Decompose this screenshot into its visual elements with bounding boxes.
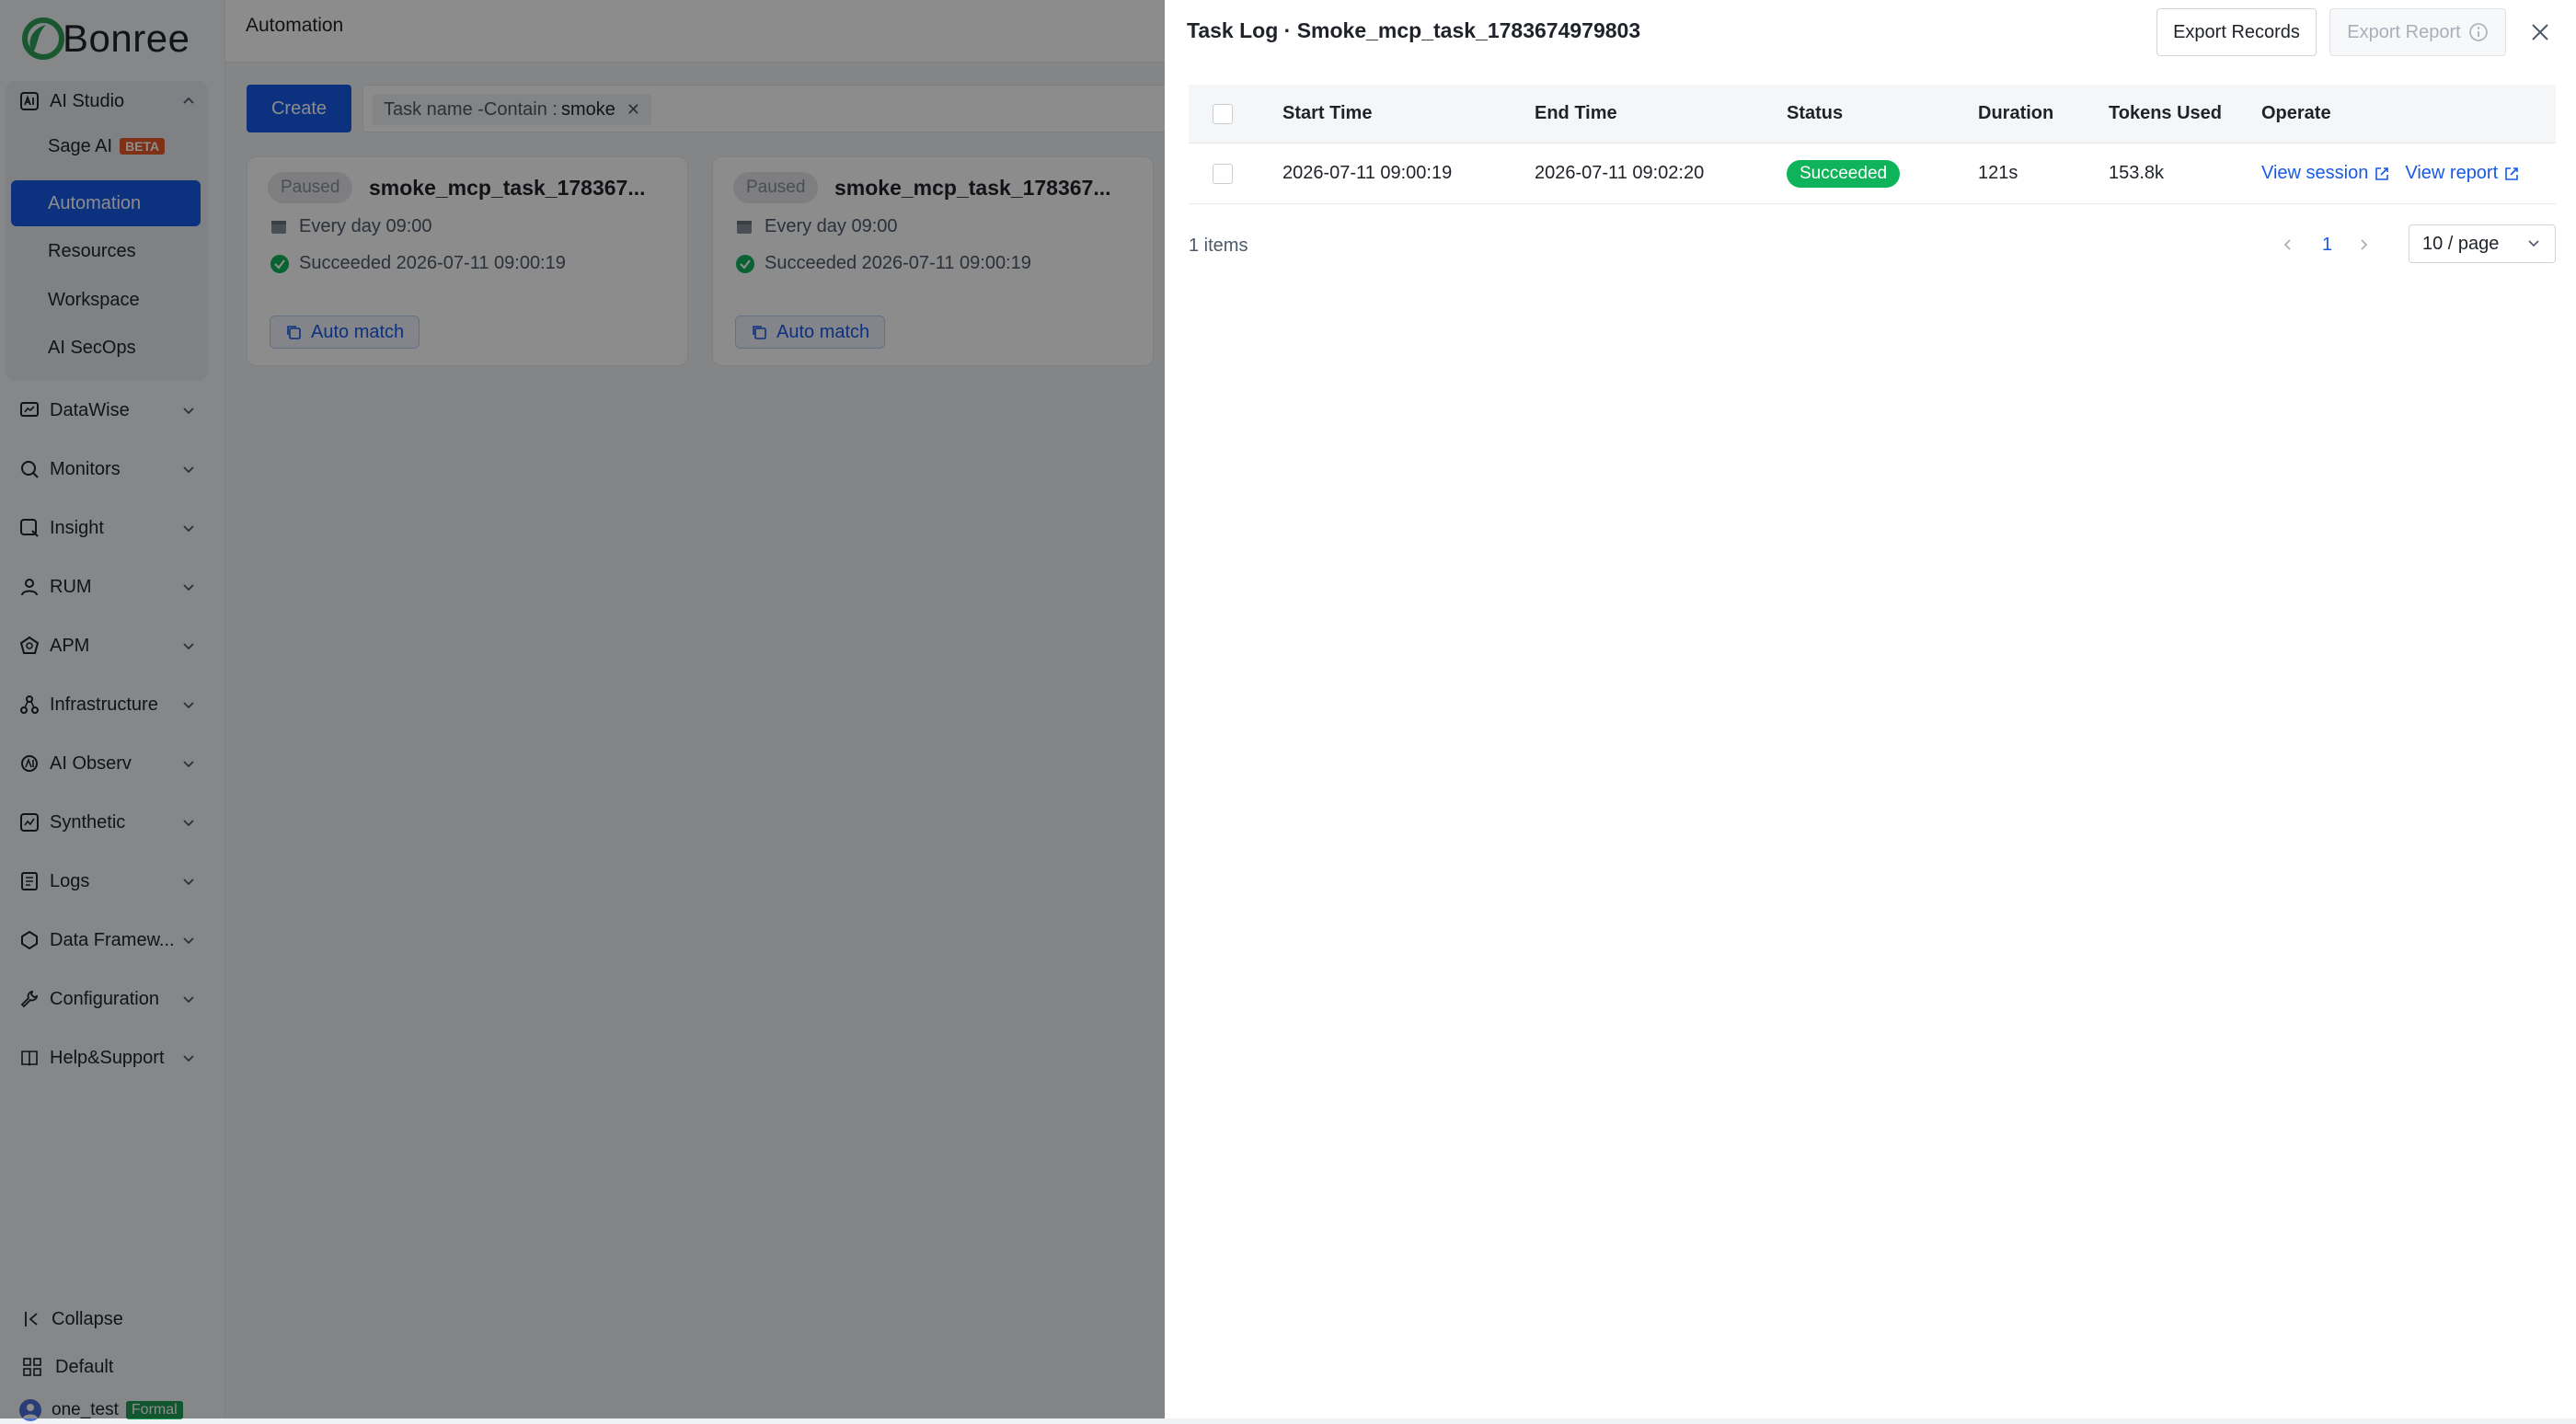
column-header[interactable]: Start Time — [1282, 85, 1372, 143]
start-time-cell: 2026-07-11 09:00:19 — [1282, 163, 1453, 183]
drawer-title: Task Log · Smoke_mcp_task_1783674979803 — [1187, 18, 1641, 42]
page-size-select[interactable]: 10 / page — [2409, 224, 2556, 263]
column-header[interactable]: Duration — [1978, 85, 2053, 143]
tokens-used-cell: 153.8k — [2109, 163, 2165, 183]
operate-cell: View session View report — [2261, 144, 2520, 203]
select-all-checkbox-cell — [1213, 85, 1233, 143]
previous-page-button[interactable] — [2280, 224, 2296, 265]
status-badge: Succeeded — [1787, 159, 1901, 188]
page-size-value: 10 / page — [2422, 233, 2500, 254]
end-time-cell: 2026-07-11 09:02:20 — [1535, 163, 1705, 183]
external-link-icon — [2503, 166, 2520, 182]
info-icon[interactable] — [2468, 22, 2489, 42]
export-report-button[interactable]: Export Report — [2329, 8, 2506, 56]
row-checkbox-cell — [1213, 144, 1233, 203]
next-page-button[interactable] — [2355, 224, 2372, 265]
column-header[interactable]: End Time — [1535, 85, 1617, 143]
select-all-checkbox[interactable] — [1213, 103, 1233, 124]
column-header[interactable]: Status — [1787, 85, 1843, 143]
view-session-label: View session — [2261, 163, 2369, 183]
total-items: 1 items — [1189, 235, 1248, 256]
view-report-label: View report — [2405, 163, 2499, 183]
export-records-button[interactable]: Export Records — [2156, 8, 2317, 56]
page-number-1[interactable]: 1 — [2322, 224, 2332, 265]
view-session-link[interactable]: View session — [2261, 163, 2390, 184]
status-cell: Succeeded — [1787, 144, 1901, 203]
chevron-down-icon — [2525, 235, 2544, 253]
chevron-left-icon — [2283, 239, 2291, 250]
view-report-link[interactable]: View report — [2405, 163, 2520, 184]
row-checkbox[interactable] — [1213, 163, 1233, 184]
task-log-drawer: Task Log · Smoke_mcp_task_1783674979803 … — [1165, 0, 2576, 1418]
duration-cell: 121s — [1978, 163, 2018, 183]
column-header[interactable]: Tokens Used — [2109, 85, 2222, 143]
column-header: Operate — [2261, 103, 2331, 123]
chevron-right-icon — [2361, 239, 2368, 250]
close-icon[interactable] — [2524, 17, 2556, 48]
export-report-label: Export Report — [2347, 21, 2461, 42]
external-link-icon — [2374, 166, 2390, 182]
table-header: Start Time End Time Status Duration Toke… — [1189, 85, 2556, 144]
table-row: 2026-07-11 09:00:19 2026-07-11 09:02:20 … — [1189, 144, 2556, 204]
